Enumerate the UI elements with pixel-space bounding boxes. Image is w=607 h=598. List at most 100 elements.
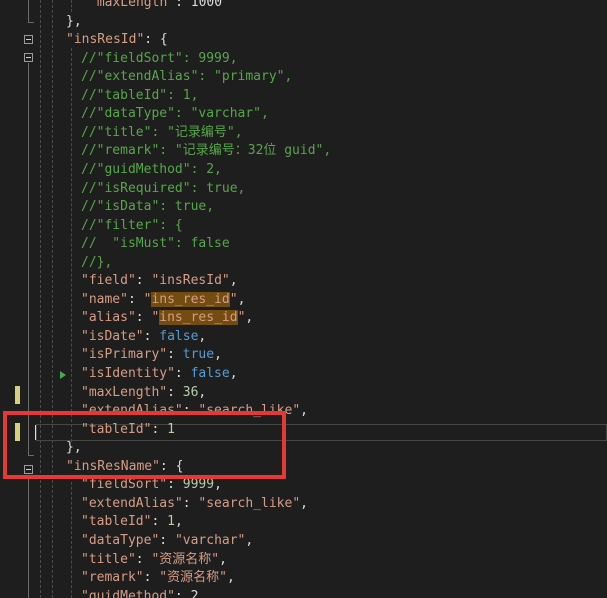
code-editor[interactable]: "maxLength": 1000}, "insResId": {//"field… (0, 0, 607, 598)
code-token: "title" (81, 551, 136, 567)
code-token: "varchar" (174, 532, 246, 548)
code-token: : (135, 551, 152, 567)
code-line[interactable]: "name": "ins_res_id", (81, 291, 245, 309)
code-token: : 2, (174, 588, 207, 598)
code-token: , (237, 291, 246, 307)
code-line[interactable]: "tableId": 1, (81, 513, 183, 531)
code-line[interactable]: //}, (81, 254, 112, 272)
code-line[interactable]: "guidMethod": 2, (81, 588, 206, 598)
code-line[interactable]: "field": "insResId", (81, 272, 238, 290)
code-token: //"fieldSort": 9999, (81, 50, 238, 66)
code-line[interactable]: }, (66, 13, 82, 31)
code-token: "name" (81, 291, 128, 307)
code-line[interactable]: "isIdentity": false, (81, 365, 238, 383)
code-line[interactable]: "title": "资源名称", (81, 551, 227, 569)
indent-guide (71, 48, 72, 442)
code-token: //"remark": "记录编号：32位 guid", (81, 143, 332, 159)
code-token: // "isMust": false (81, 236, 230, 252)
code-token: "资源名称" (159, 570, 227, 586)
code-token: : (143, 328, 160, 344)
code-token: "fieldSort" (81, 477, 168, 493)
indent-guide (71, 482, 72, 598)
search-match-token: ins_res_id (151, 291, 230, 307)
code-token: : (135, 310, 152, 326)
code-token: , (229, 273, 238, 289)
code-token: , (226, 570, 235, 586)
code-token: "extendAlias" (81, 495, 183, 511)
code-token: false (190, 366, 230, 381)
code-token: "remark" (81, 570, 144, 586)
code-line[interactable]: "extendAlias": "search_like", (81, 495, 308, 513)
code-line[interactable]: //"dataType": "varchar", (81, 105, 269, 123)
code-token: : (151, 514, 168, 530)
code-line[interactable]: "alias": "ins_res_id", (81, 309, 253, 327)
code-token: //"filter": { (81, 217, 183, 233)
code-token: //"tableId": 1, (81, 87, 199, 103)
code-token: , (198, 328, 207, 344)
code-line[interactable]: //"fieldSort": 9999, (81, 50, 238, 68)
code-token: false (159, 328, 199, 344)
code-line[interactable]: //"filter": { (81, 217, 183, 235)
code-token: : (182, 495, 199, 511)
code-token: "insResId" (66, 32, 145, 48)
code-token: //}, (81, 254, 113, 270)
code-token: //"title": "记录编号", (81, 124, 243, 140)
annotation-red-box (3, 411, 286, 479)
code-line[interactable]: //"guidMethod": 2, (81, 161, 222, 179)
code-token: , (214, 477, 222, 493)
code-token: , (198, 384, 207, 400)
code-token: "field" (81, 273, 136, 289)
code-line[interactable]: //"extendAlias": "primary", (81, 68, 292, 86)
code-token: //"guidMethod": 2, (81, 161, 222, 177)
code-line[interactable]: "dataType": "varchar", (81, 532, 253, 550)
code-token: " (229, 291, 238, 307)
code-token: "maxLength" (81, 384, 168, 400)
code-token: "search_like" (198, 495, 301, 511)
search-match-token: ins_res_id (159, 310, 238, 326)
code-token: , (214, 347, 222, 363)
code-token: : (167, 347, 183, 363)
code-line[interactable]: "remark": "资源名称", (81, 569, 235, 587)
code-line[interactable]: "isDate": false, (81, 328, 206, 346)
indent-guide (71, 0, 72, 12)
code-token: 36 (182, 384, 199, 400)
code-token: "isIdentity" (81, 366, 175, 381)
code-line[interactable]: "insResId": { (66, 31, 168, 49)
code-token: "maxLength" (89, 0, 176, 10)
code-line[interactable]: //"title": "记录编号", (81, 124, 243, 142)
play-arrow-icon[interactable] (60, 371, 66, 379)
code-token: , (219, 551, 227, 567)
code-token: "tableId" (81, 514, 152, 530)
code-token: "isDate" (81, 328, 144, 344)
code-token: //"dataType": "varchar", (81, 106, 269, 122)
code-line[interactable]: //"tableId": 1, (81, 87, 198, 105)
code-token: : (167, 477, 183, 493)
code-token: 9999 (182, 477, 215, 493)
code-line[interactable]: "maxLength": 36, (81, 384, 206, 402)
collapse-minus-icon[interactable] (24, 53, 33, 62)
code-token: , (300, 495, 308, 511)
code-token: 1 (167, 514, 175, 530)
code-token: //"extendAlias": "primary", (81, 69, 293, 85)
code-token: , (245, 532, 254, 548)
collapse-minus-icon[interactable] (24, 35, 33, 44)
code-token: "dataType" (81, 532, 160, 548)
fold-guide-line (28, 0, 29, 22)
code-line[interactable]: "maxLength": 1000 (89, 0, 222, 12)
fold-guide-line (28, 63, 29, 455)
code-token: : (167, 384, 183, 400)
code-token: //"isData": true, (81, 199, 215, 215)
code-line[interactable]: // "isMust": false (81, 235, 230, 253)
code-line[interactable]: "isPrimary": true, (81, 346, 222, 364)
code-token: "insResId" (151, 273, 230, 289)
code-line[interactable]: //"isData": true, (81, 198, 214, 216)
code-line[interactable]: //"isRequired": true, (81, 180, 245, 198)
code-token: , (245, 310, 254, 326)
code-token: : (159, 532, 175, 548)
code-token: //"isRequired": true, (81, 180, 246, 196)
code-line[interactable]: //"remark": "记录编号：32位 guid", (81, 142, 331, 160)
code-token: : (127, 291, 144, 307)
code-token: "isPrimary" (81, 347, 168, 363)
modified-line-marker (15, 386, 20, 404)
code-token: : (174, 366, 191, 381)
